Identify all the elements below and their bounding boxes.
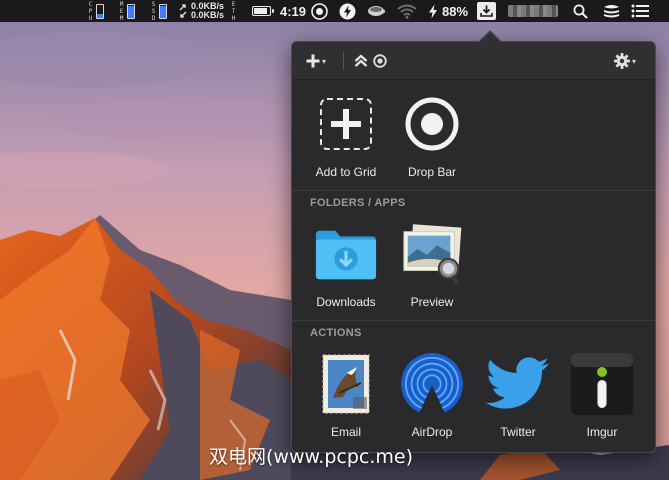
add-to-grid-icon	[314, 92, 378, 156]
wifi-icon	[397, 4, 417, 19]
imgur-label: Imgur	[586, 425, 618, 439]
drop-bar-icon	[400, 92, 464, 156]
gear-icon	[614, 53, 630, 69]
cpu-level-bar	[96, 3, 104, 19]
popover-toolbar: ▾ ▾	[292, 42, 655, 80]
add-menu-button[interactable]: ▾	[306, 42, 326, 80]
imgur-action-tile[interactable]: Imgur	[562, 352, 642, 439]
double-chevron-up-icon	[354, 54, 368, 67]
downloads-label: Downloads	[316, 295, 376, 309]
network-arrows-icon	[179, 4, 187, 18]
downloads-folder-tile[interactable]: Downloads	[306, 222, 386, 309]
email-action-tile[interactable]: Email	[306, 352, 386, 439]
email-label: Email	[330, 425, 361, 439]
clock-time: 4:19	[280, 3, 307, 19]
actions-header: ACTIONS	[310, 327, 362, 339]
dropzone-popover: ▾ ▾ Add to Grid Drop Bar FOLDERS / APPS …	[291, 41, 656, 453]
charging-icon	[429, 4, 437, 18]
spotlight-menu-item[interactable]	[573, 0, 588, 22]
menu-bar: CPU MEM SSD 0.0KB/s 0.0KB/s ETH 4:19 88%	[0, 0, 669, 22]
battery-percentage: 88%	[442, 3, 469, 19]
drop-bar-tile[interactable]: Drop Bar	[392, 92, 472, 179]
cpu-meter[interactable]: CPU	[87, 0, 104, 22]
drop-bar-toggle-button[interactable]	[373, 42, 387, 80]
add-to-grid-tile[interactable]: Add to Grid	[306, 92, 386, 179]
ssd-level-bar	[159, 3, 167, 19]
spotlight-search-icon	[573, 4, 588, 19]
preview-app-tile[interactable]: Preview	[392, 222, 472, 309]
twitter-label: Twitter	[500, 425, 536, 439]
settings-menu-button[interactable]: ▾	[614, 42, 636, 80]
popover-arrow	[480, 32, 500, 42]
section-divider	[292, 320, 655, 321]
ssd-meter[interactable]: SSD	[150, 0, 167, 22]
dropzone-download-menu-item[interactable]	[477, 0, 496, 22]
email-stamp-icon	[314, 352, 378, 416]
folders-apps-header: FOLDERS / APPS	[310, 197, 406, 209]
preview-app-icon	[400, 222, 464, 286]
cpu-label: CPU	[87, 0, 94, 22]
add-menu-caret-icon: ▾	[322, 56, 327, 66]
net-download-rate: 0.0KB/s	[191, 10, 225, 20]
imgur-icon	[570, 352, 634, 416]
network-meter[interactable]: 0.0KB/s 0.0KB/s ETH	[178, 0, 238, 22]
bolt-menu-item[interactable]	[339, 0, 356, 22]
ssd-label: SSD	[150, 0, 157, 22]
download-box-icon	[477, 2, 496, 20]
target-small-icon	[373, 54, 387, 68]
toolbar-divider	[343, 52, 344, 70]
twitter-action-tile[interactable]: Twitter	[478, 352, 558, 439]
target-icon	[311, 2, 328, 20]
airdrop-label: AirDrop	[411, 425, 453, 439]
watermark-text: 双电网(www.pcpc.me)	[209, 446, 413, 468]
layers-menu-item[interactable]	[603, 0, 620, 22]
settings-caret-icon: ▾	[632, 56, 637, 66]
wifi-menu-item[interactable]	[397, 0, 417, 22]
layers-icon	[603, 5, 620, 18]
airdrop-action-tile[interactable]: AirDrop	[392, 352, 472, 439]
notification-center-menu-item[interactable]	[631, 0, 649, 22]
blurred-user-name	[508, 5, 558, 17]
section-divider	[292, 190, 655, 191]
battery-icon	[252, 6, 274, 16]
bolt-circle-icon	[339, 3, 356, 19]
add-to-grid-label: Add to Grid	[315, 165, 377, 179]
dropzone-menu-icon[interactable]	[311, 0, 328, 22]
mem-label: MEM	[118, 0, 125, 22]
memory-meter[interactable]: MEM	[118, 0, 135, 22]
eth-label: ETH	[230, 0, 238, 22]
drop-bar-label: Drop Bar	[407, 165, 457, 179]
coffee-icon	[368, 6, 386, 16]
upgrade-button[interactable]	[354, 42, 368, 80]
user-menu-blurred[interactable]	[508, 0, 558, 22]
airdrop-icon	[400, 352, 464, 416]
twitter-bird-icon	[486, 352, 550, 416]
battery-status[interactable]: 4:19	[252, 0, 306, 22]
power-status[interactable]: 88%	[428, 0, 468, 22]
downloads-folder-icon	[314, 222, 378, 286]
preview-label: Preview	[410, 295, 454, 309]
mem-level-bar	[127, 3, 135, 19]
plus-icon	[306, 54, 320, 68]
notification-list-icon	[631, 4, 649, 18]
caffeine-menu-item[interactable]	[367, 0, 387, 22]
